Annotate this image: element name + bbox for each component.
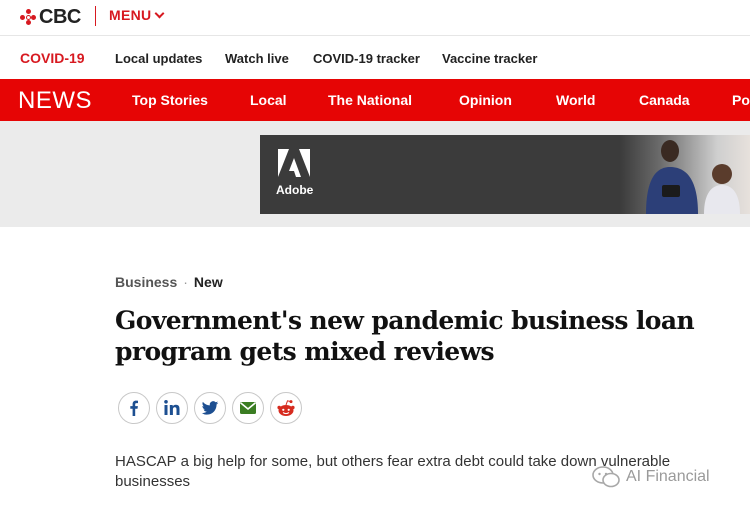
covid-title[interactable]: COVID-19 xyxy=(20,50,85,66)
share-linkedin-button[interactable] xyxy=(156,392,188,424)
covid-link-tracker[interactable]: COVID-19 tracker xyxy=(313,51,420,66)
chevron-down-icon xyxy=(154,8,165,18)
cbc-wordmark: CBC xyxy=(39,6,81,28)
cbc-gem-icon xyxy=(20,9,36,25)
covid-link-watch-live[interactable]: Watch live xyxy=(225,51,289,66)
share-twitter-button[interactable] xyxy=(194,392,226,424)
wechat-icon xyxy=(592,466,620,488)
top-bar: CBC MENU xyxy=(0,0,750,36)
nav-item-world[interactable]: World xyxy=(556,92,595,108)
twitter-icon xyxy=(201,401,219,415)
facebook-icon xyxy=(130,400,138,416)
logo-divider xyxy=(95,6,96,26)
ad-child-illustration xyxy=(704,164,740,214)
nav-item-opinion[interactable]: Opinion xyxy=(459,92,512,108)
article-headline: Government's new pandemic business loan … xyxy=(115,306,695,366)
covid-link-vaccine-tracker[interactable]: Vaccine tracker xyxy=(442,51,537,66)
ad-band: Adobe xyxy=(0,121,750,227)
watermark: AI Financial xyxy=(592,466,710,488)
adobe-logo-icon xyxy=(278,149,310,177)
section-link-business[interactable]: Business xyxy=(115,274,177,290)
nav-item-politics[interactable]: Po xyxy=(732,92,750,108)
share-reddit-button[interactable] xyxy=(270,392,302,424)
cbc-logo[interactable]: CBC xyxy=(20,6,81,28)
covid-link-local-updates[interactable]: Local updates xyxy=(115,51,202,66)
nav-item-canada[interactable]: Canada xyxy=(639,92,690,108)
nav-item-local[interactable]: Local xyxy=(250,92,287,108)
menu-label: MENU xyxy=(109,7,152,23)
share-email-button[interactable] xyxy=(232,392,264,424)
reddit-icon xyxy=(277,400,295,416)
adobe-ad-text: Adobe xyxy=(276,183,314,197)
news-section-title[interactable]: NEWS xyxy=(18,87,92,115)
email-icon xyxy=(239,402,257,414)
share-buttons xyxy=(118,392,302,424)
new-badge: New xyxy=(193,274,223,290)
menu-button[interactable]: MENU xyxy=(109,7,165,23)
watermark-text: AI Financial xyxy=(626,468,710,485)
nav-item-the-national[interactable]: The National xyxy=(328,92,412,108)
breadcrumb: Business · New xyxy=(115,274,223,290)
covid-bar: COVID-19 Local updates Watch live COVID-… xyxy=(0,37,750,79)
share-facebook-button[interactable] xyxy=(118,392,150,424)
breadcrumb-separator: · xyxy=(183,274,188,290)
linkedin-icon xyxy=(164,400,180,415)
adobe-ad-banner[interactable]: Adobe xyxy=(260,135,750,214)
nav-item-top-stories[interactable]: Top Stories xyxy=(132,92,208,108)
news-nav: NEWS Top Stories Local The National Opin… xyxy=(0,79,750,121)
